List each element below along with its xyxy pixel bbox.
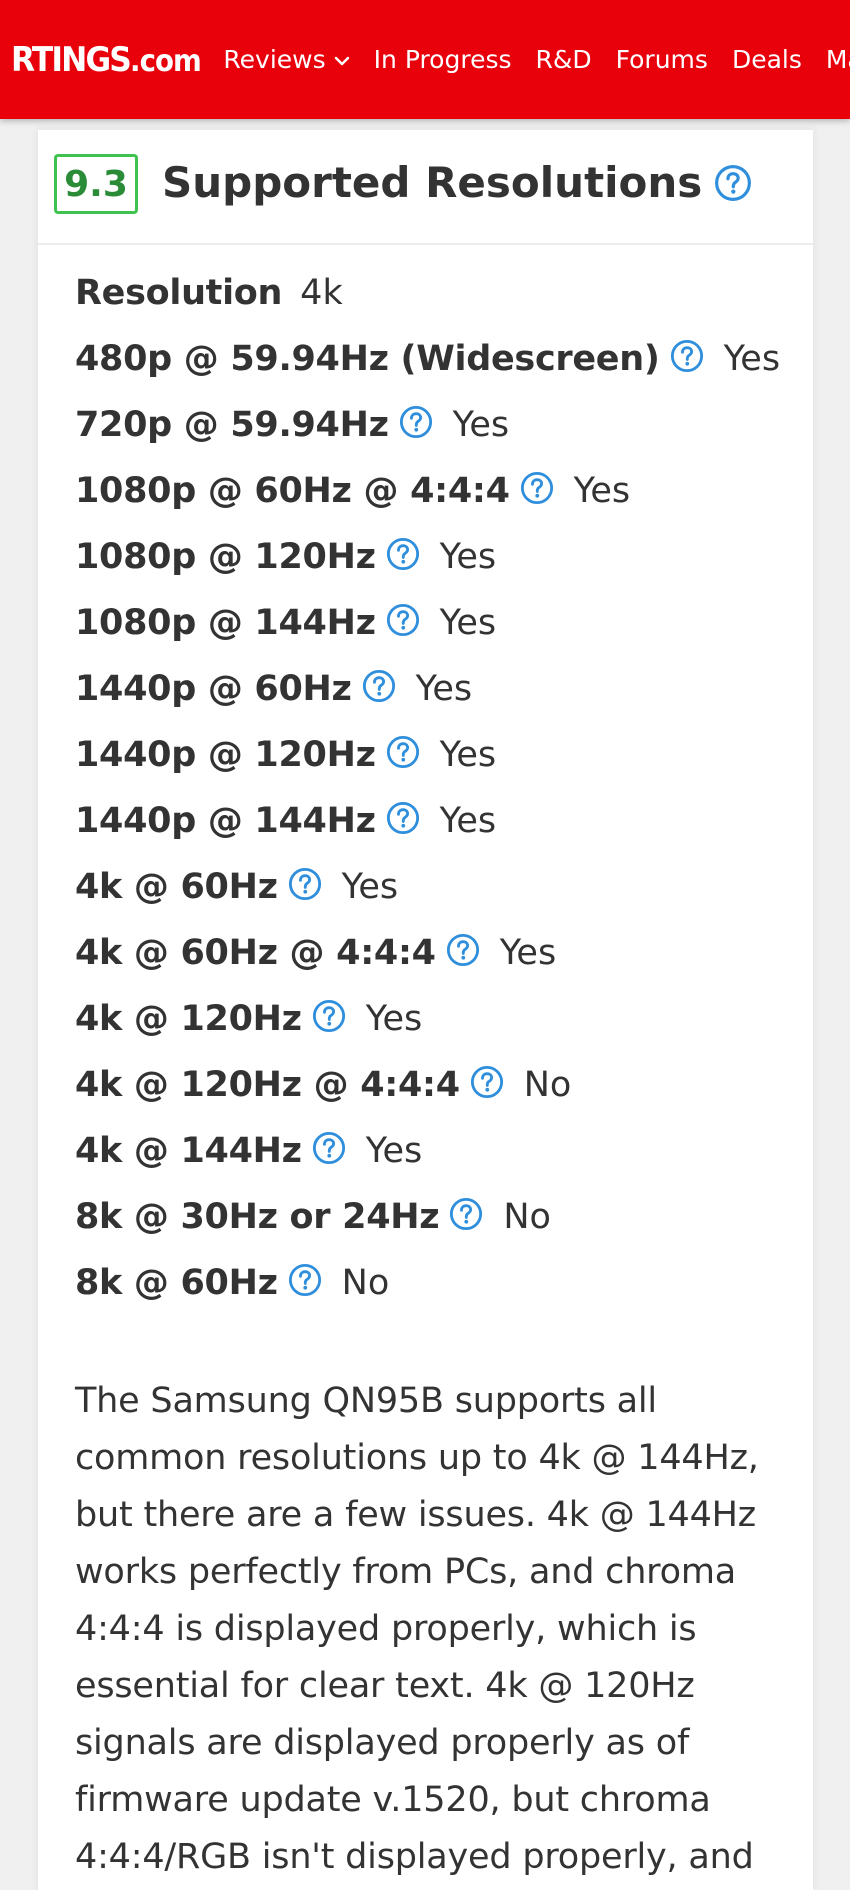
question-circle-icon[interactable]: [386, 801, 420, 835]
resolution-row: 8k @ 30Hz or 24Hz No: [75, 1184, 780, 1250]
resolution-row: 480p @ 59.94Hz (Widescreen) Yes: [75, 326, 780, 392]
logo-suffix-text: .com: [130, 43, 202, 79]
question-circle-icon[interactable]: [520, 471, 554, 505]
question-circle-icon[interactable]: [288, 867, 322, 901]
resolution-row-label: 4k @ 60Hz: [75, 867, 278, 907]
nav-item-label: Mail: [825, 45, 850, 74]
section-description: The Samsung QN95B supports all common re…: [75, 1381, 759, 1877]
resolution-row-label: 1080p @ 144Hz: [75, 603, 376, 643]
resolution-row-value: Yes: [365, 999, 423, 1039]
resolution-row: 4k @ 60Hz @ 4:4:4 Yes: [75, 920, 780, 986]
resolution-row-label: 4k @ 144Hz: [75, 1131, 302, 1171]
nav-item-reviews[interactable]: Reviews: [223, 45, 349, 74]
question-circle-icon[interactable]: [670, 339, 704, 373]
resolution-row-header: Resolution 4k: [75, 260, 780, 326]
resolution-row: 4k @ 60Hz Yes: [75, 854, 780, 920]
resolution-row-value: Yes: [439, 537, 497, 577]
resolution-row-label: 480p @ 59.94Hz (Widescreen): [75, 339, 660, 379]
resolution-row: 1080p @ 60Hz @ 4:4:4 Yes: [75, 458, 780, 524]
logo-main-text: RTINGS: [11, 39, 132, 80]
resolution-row-value: Yes: [573, 471, 631, 511]
resolution-row: 1440p @ 120Hz Yes: [75, 722, 780, 788]
resolution-row-label: 4k @ 60Hz @ 4:4:4: [75, 933, 436, 973]
question-circle-icon[interactable]: [312, 1131, 346, 1165]
resolution-row-label: 4k @ 120Hz @ 4:4:4: [75, 1065, 460, 1105]
nav-item-forums[interactable]: Forums: [616, 45, 708, 74]
resolution-row: 1080p @ 144Hz Yes: [75, 590, 780, 656]
resolution-row-label: 1440p @ 120Hz: [75, 735, 376, 775]
resolution-row-label: 8k @ 30Hz or 24Hz: [75, 1197, 440, 1237]
question-circle-icon[interactable]: [386, 603, 420, 637]
question-circle-icon[interactable]: [470, 1065, 504, 1099]
question-circle-icon[interactable]: [399, 405, 433, 439]
resolution-row: 720p @ 59.94Hz Yes: [75, 392, 780, 458]
nav-item-label: Reviews: [223, 45, 326, 74]
resolution-label: Resolution: [75, 273, 283, 313]
question-circle-icon[interactable]: [386, 537, 420, 571]
resolution-row-value: Yes: [439, 603, 497, 643]
resolution-row-label: 1080p @ 60Hz @ 4:4:4: [75, 471, 510, 511]
resolution-row-value: Yes: [439, 801, 497, 841]
question-circle-icon[interactable]: [362, 669, 396, 703]
nav-item-label: R&D: [535, 45, 592, 74]
question-circle-icon[interactable]: [714, 164, 752, 202]
resolution-row-label: 1080p @ 120Hz: [75, 537, 376, 577]
resolution-row-value: No: [523, 1065, 572, 1105]
question-circle-icon[interactable]: [449, 1197, 483, 1231]
resolution-row-value: No: [341, 1263, 390, 1303]
resolution-row-label: 4k @ 120Hz: [75, 999, 302, 1039]
question-circle-icon[interactable]: [386, 735, 420, 769]
section-title-text: Supported Resolutions: [162, 158, 703, 207]
resolution-row-value: Yes: [365, 1131, 423, 1171]
question-circle-icon[interactable]: [446, 933, 480, 967]
resolution-row-value: No: [503, 1197, 551, 1237]
top-navigation-bar: RTINGS .com Reviews In Progress R&D Forum…: [0, 0, 850, 119]
chevron-down-icon: [334, 56, 349, 65]
resolution-row-label: 1440p @ 144Hz: [75, 801, 376, 841]
resolution-row: 1080p @ 120Hz Yes: [75, 524, 780, 590]
resolution-row-value: Yes: [723, 339, 781, 379]
question-circle-icon[interactable]: [288, 1263, 322, 1297]
section-title: Supported Resolutions: [162, 158, 752, 207]
resolution-row: 4k @ 144Hz Yes: [75, 1118, 780, 1184]
resolution-row: 4k @ 120Hz @ 4:4:4 No: [75, 1052, 780, 1118]
resolution-row-value: Yes: [341, 867, 399, 907]
resolution-row-value: Yes: [452, 405, 510, 445]
main-nav: Reviews In Progress R&D Forums Deals Mai…: [223, 45, 850, 74]
nav-item-label: In Progress: [373, 45, 512, 74]
resolution-row-label: 720p @ 59.94Hz: [75, 405, 389, 445]
nav-item-in-progress[interactable]: In Progress: [374, 45, 512, 74]
resolution-row: 4k @ 120Hz Yes: [75, 986, 780, 1052]
resolution-row: 1440p @ 144Hz Yes: [75, 788, 780, 854]
resolution-list: Resolution 4k 480p @ 59.94Hz (Widescreen…: [75, 260, 780, 1316]
nav-item-label: Forums: [615, 45, 708, 74]
resolution-row-value: Yes: [415, 669, 473, 709]
rtings-logo[interactable]: RTINGS .com: [11, 39, 202, 80]
question-circle-icon[interactable]: [312, 999, 346, 1033]
card-header: 9.3 Supported Resolutions: [38, 130, 813, 245]
resolution-row-label: 1440p @ 60Hz: [75, 669, 352, 709]
resolution-row: 1440p @ 60Hz Yes: [75, 656, 780, 722]
resolution-row-value: Yes: [499, 933, 557, 973]
supported-resolutions-card: 9.3 Supported Resolutions Resolution 4k …: [38, 130, 813, 1890]
nav-item-rnd[interactable]: R&D: [536, 45, 592, 74]
resolution-rows: 480p @ 59.94Hz (Widescreen) Yes 720p @ 5…: [75, 326, 780, 1316]
nav-item-mail[interactable]: Mail: [826, 45, 850, 74]
resolution-row: 8k @ 60Hz No: [75, 1250, 780, 1316]
resolution-row-value: Yes: [439, 735, 497, 775]
score-badge: 9.3: [54, 154, 138, 214]
nav-item-label: Deals: [731, 45, 802, 74]
resolution-value: 4k: [300, 273, 343, 313]
nav-item-deals[interactable]: Deals: [732, 45, 802, 74]
resolution-row-label: 8k @ 60Hz: [75, 1263, 278, 1303]
